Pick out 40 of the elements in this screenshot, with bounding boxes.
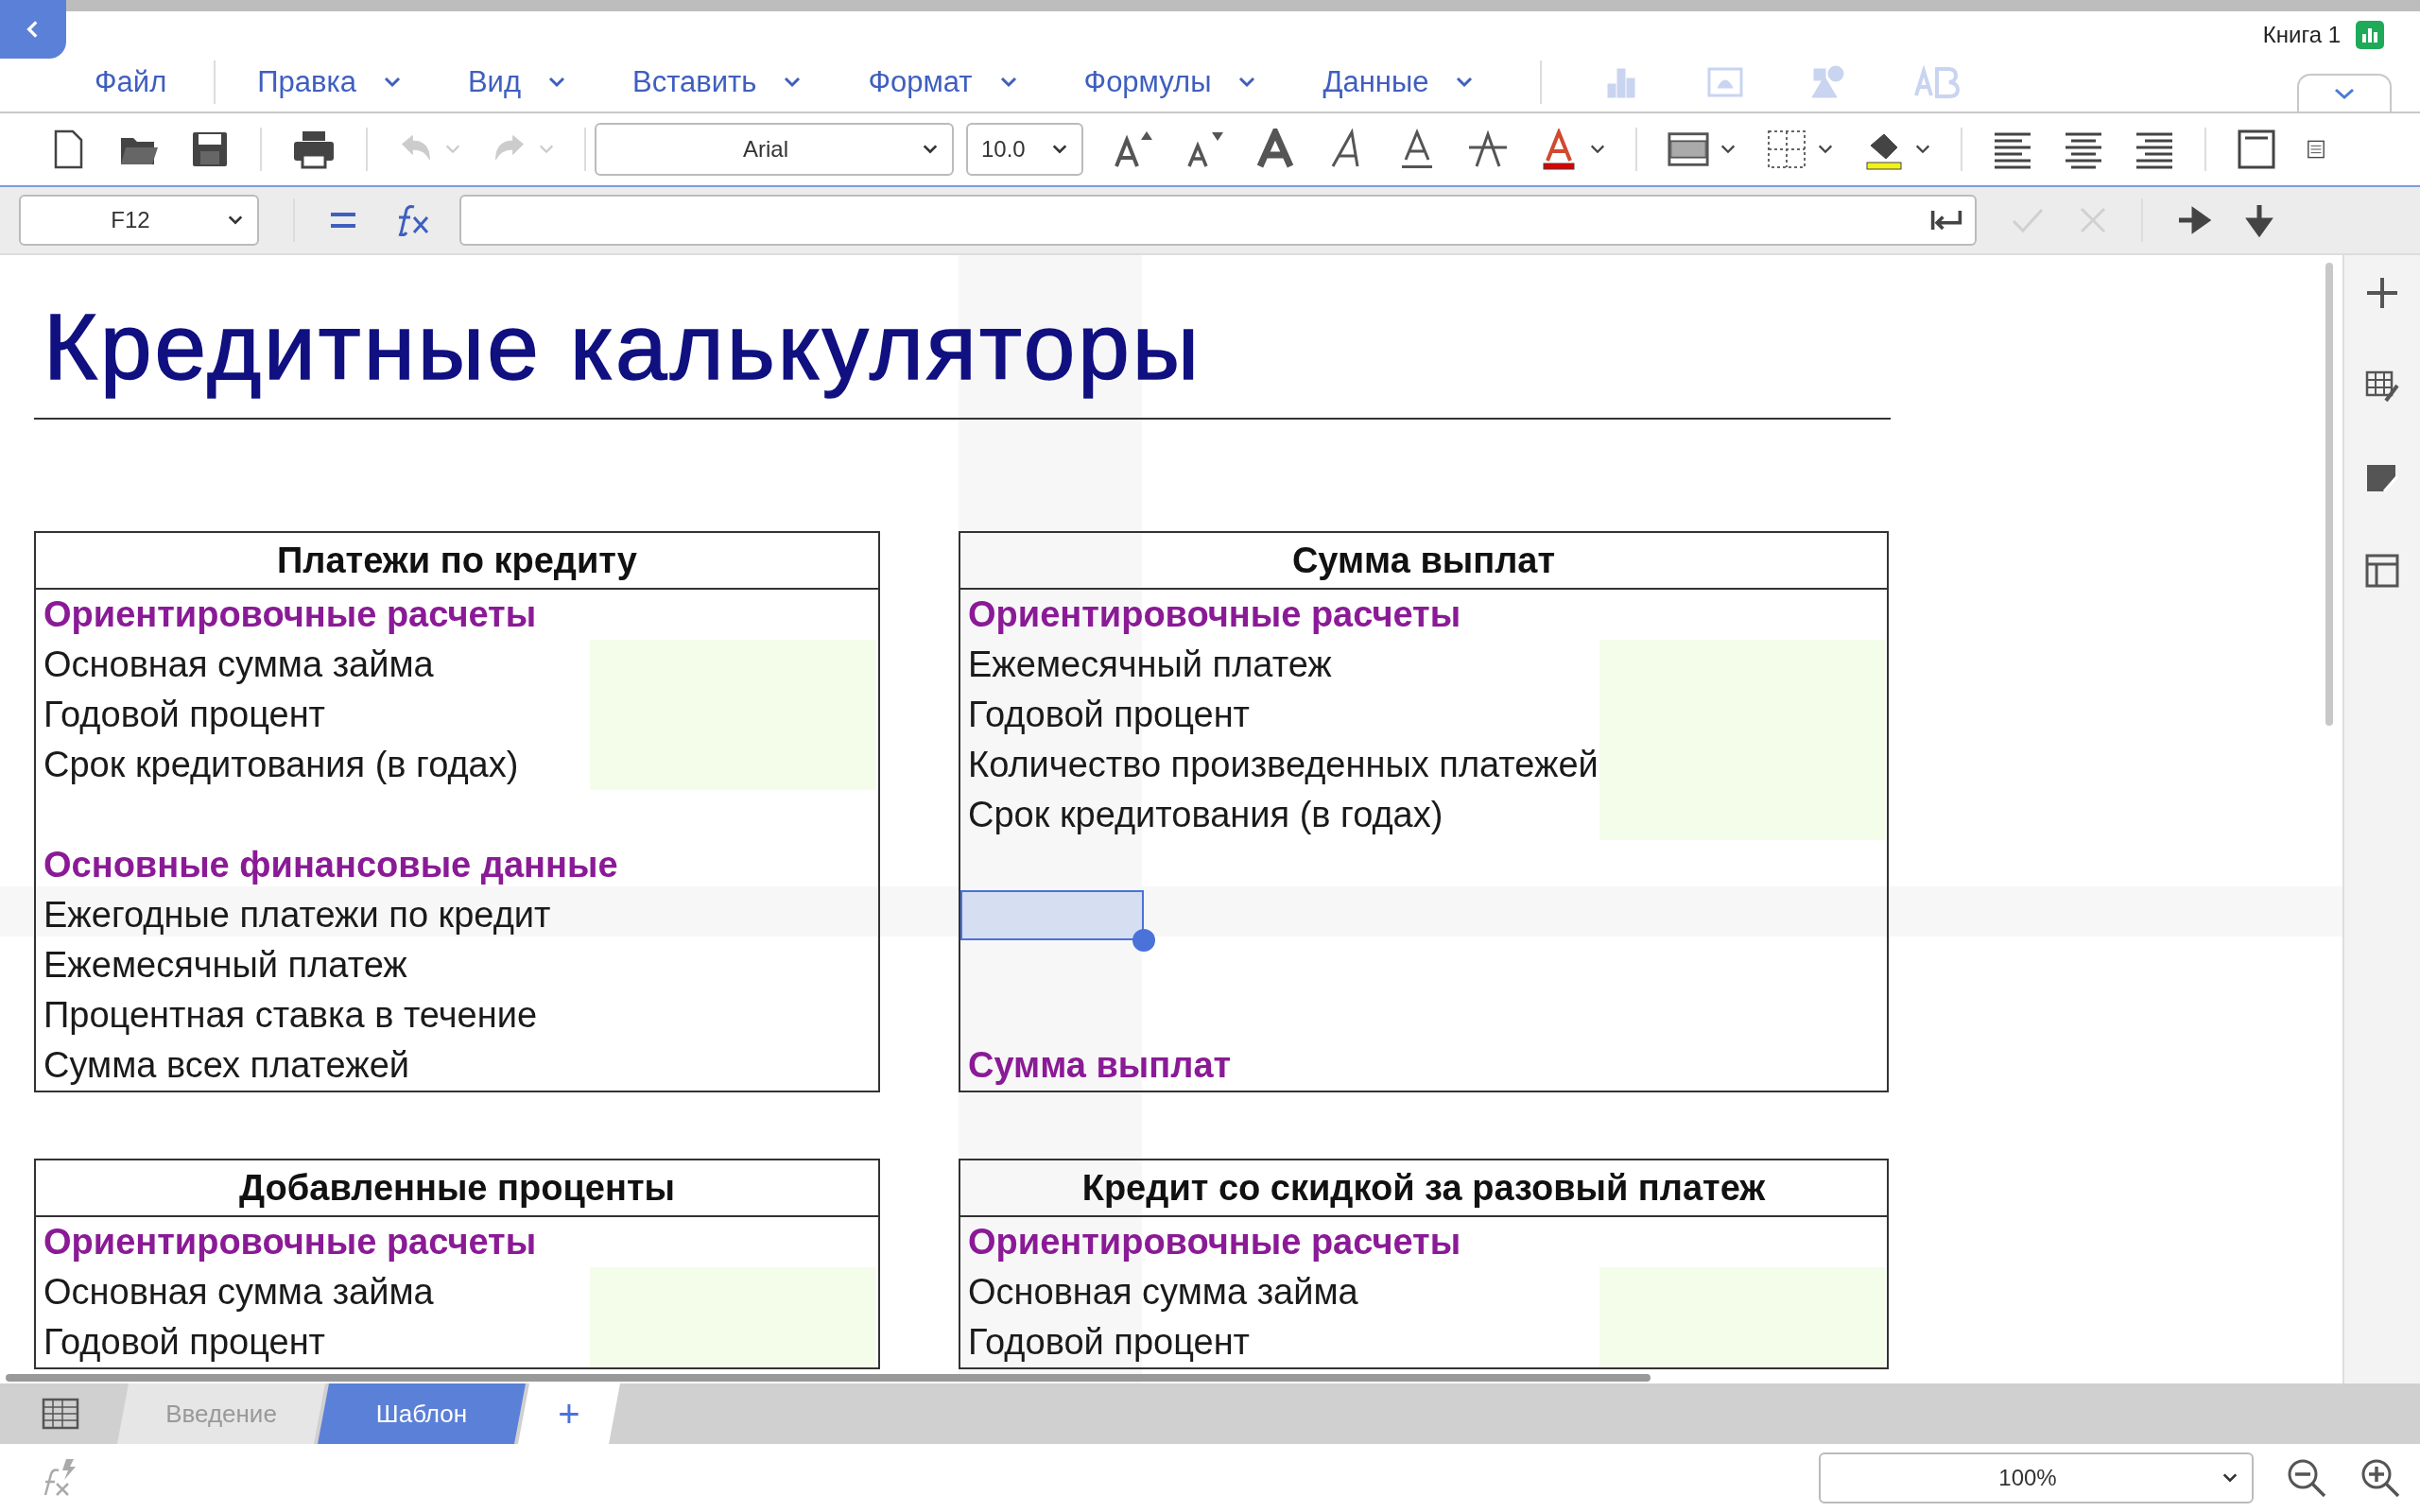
menu-item[interactable]: Вставить: [632, 65, 803, 99]
row-label: Срок кредитования (в годах): [43, 745, 519, 785]
table-heading: Кредит со скидкой за разовый платеж: [960, 1160, 1887, 1217]
row-label: Годовой процент: [43, 695, 326, 735]
row-label: Ежемесячный платеж: [43, 945, 407, 986]
section-heading: Ориентировочные расчеты: [43, 594, 537, 635]
menu-item[interactable]: Данные: [1322, 65, 1475, 99]
font-size-dropdown[interactable]: 10.0: [966, 123, 1083, 176]
menu-item[interactable]: Правка: [257, 65, 402, 99]
row-label: Сумма всех платежей: [43, 1045, 410, 1086]
row-label: Годовой процент: [968, 1322, 1251, 1363]
font-dropdown[interactable]: Arial: [595, 123, 954, 176]
table-heading: Платежи по кредиту: [36, 533, 878, 590]
table-heading: Сумма выплат: [960, 533, 1887, 590]
row-label: Количество произведенных платежей: [968, 745, 1599, 785]
row-label: Основная сумма займа: [43, 1272, 434, 1313]
row-label: Основная сумма займа: [43, 644, 434, 685]
row-label: Срок кредитования (в годах): [968, 795, 1443, 835]
section-heading: Ориентировочные расчеты: [968, 594, 1461, 635]
row-label: Основная сумма займа: [968, 1272, 1358, 1313]
section-heading: Ориентировочные расчеты: [968, 1222, 1461, 1263]
section-heading: Основные финансовые данные: [43, 845, 618, 885]
document-title: Книга 1: [2262, 22, 2341, 48]
row-label: Годовой процент: [968, 695, 1251, 735]
section-heading: Ориентировочные расчеты: [43, 1222, 537, 1263]
row-label: Ежегодные платежи по кредит: [43, 895, 551, 936]
menu-item[interactable]: Вид: [467, 65, 567, 99]
sheet-tab[interactable]: Шаблон: [318, 1383, 526, 1444]
menu-item[interactable]: Формулы: [1083, 65, 1257, 99]
menu-item[interactable]: Формат: [868, 65, 1018, 99]
row-label: Годовой процент: [43, 1322, 326, 1363]
add-sheet-button[interactable]: +: [518, 1383, 620, 1444]
cell-reference-dropdown[interactable]: F12: [19, 195, 259, 246]
sheet-title: Кредитные калькуляторы: [34, 276, 1891, 420]
section-heading: Сумма выплат: [968, 1045, 1232, 1086]
menu-item[interactable]: Файл: [95, 65, 167, 99]
row-label: Ежемесячный платеж: [968, 644, 1332, 685]
row-label: Процентная ставка в течение: [43, 995, 538, 1036]
table-heading: Добавленные проценты: [36, 1160, 878, 1217]
zoom-dropdown[interactable]: 100%: [1819, 1452, 2254, 1503]
